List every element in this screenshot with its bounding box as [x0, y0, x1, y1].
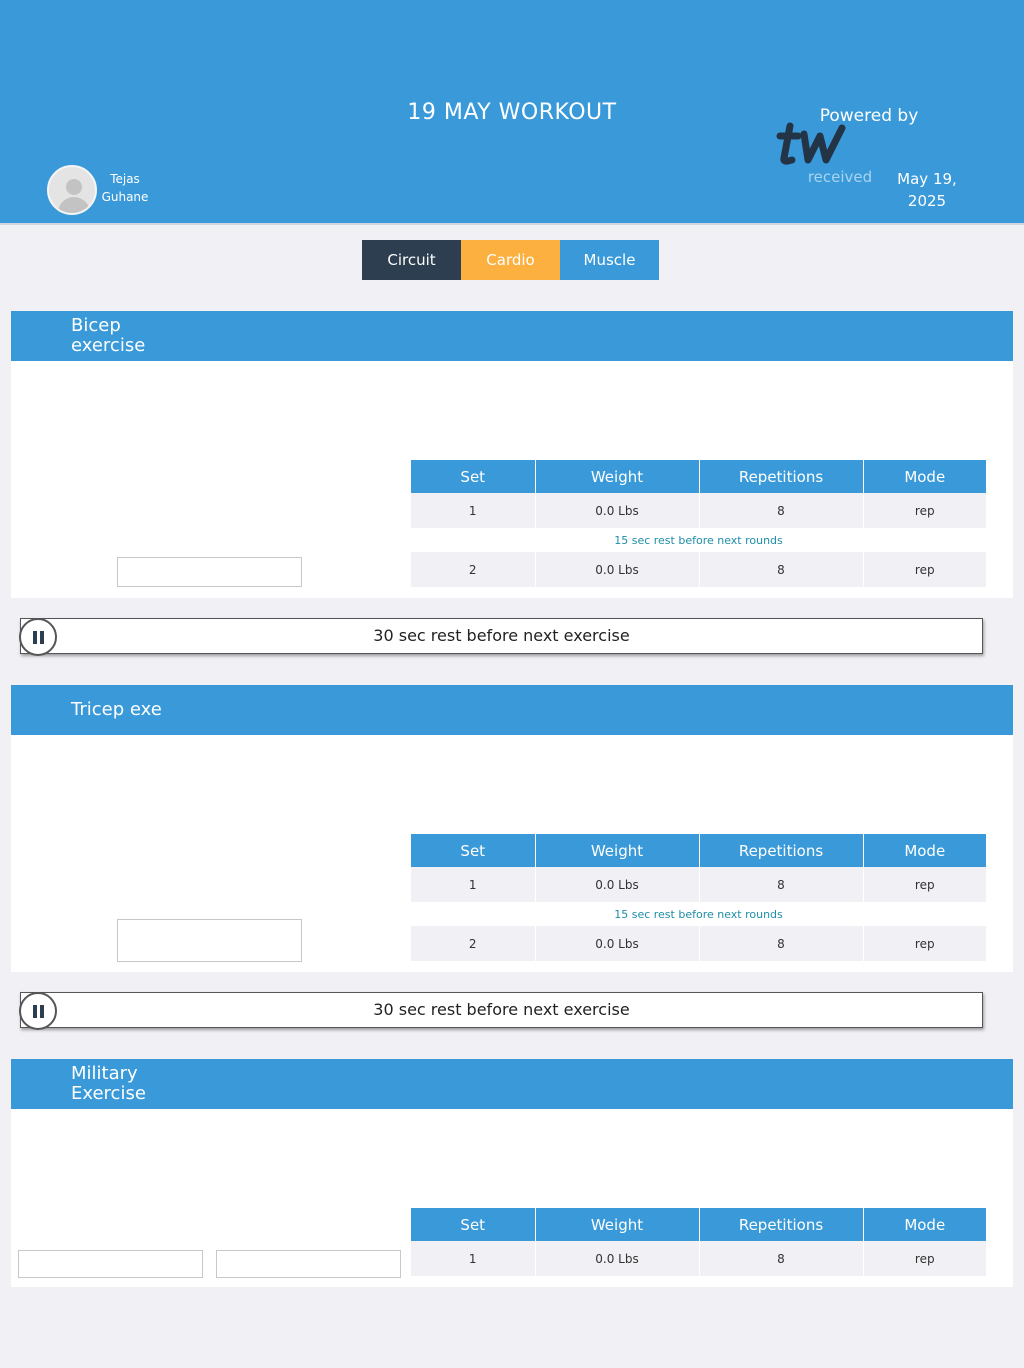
table-header-row: Set Weight Repetitions Mode: [411, 460, 986, 493]
tab-cardio[interactable]: Cardio: [461, 240, 560, 280]
cell-weight: 0.0 Lbs: [535, 926, 700, 961]
user-name: Tejas Guhane: [100, 170, 150, 206]
exercise-rest-bar: 30 sec rest before next exercise: [19, 992, 983, 1030]
exercise-rest-bar: 30 sec rest before next exercise: [19, 618, 983, 656]
cell-mode: rep: [863, 493, 986, 528]
received-date-line2: 2025: [907, 192, 947, 210]
exercise-panel: Set Weight Repetitions Mode 1 0.0 Lbs 8 …: [11, 1109, 1013, 1287]
exercise-note-input[interactable]: [216, 1250, 401, 1278]
cell-set: 2: [411, 552, 536, 587]
table-row: 1 0.0 Lbs 8 rep: [411, 867, 986, 902]
exercise-name: Military Exercise: [71, 1063, 146, 1104]
tab-circuit[interactable]: Circuit: [362, 240, 461, 280]
exercise-panel: Set Weight Repetitions Mode 1 0.0 Lbs 8 …: [11, 735, 1013, 972]
col-header-weight: Weight: [535, 460, 700, 493]
tw-logo: [776, 122, 846, 165]
cell-mode: rep: [863, 1241, 986, 1276]
col-header-weight: Weight: [535, 834, 700, 867]
sets-table: Set Weight Repetitions Mode 1 0.0 Lbs 8 …: [411, 1208, 986, 1276]
col-header-set: Set: [411, 460, 536, 493]
exercise-header: Bicep exercise: [11, 311, 1013, 361]
workout-type-tabs: Circuit Cardio Muscle: [362, 240, 659, 280]
round-rest-text: 15 sec rest before next rounds: [411, 528, 986, 552]
col-header-repetitions: Repetitions: [699, 834, 864, 867]
user-avatar-icon[interactable]: [47, 165, 97, 215]
table-row: 1 0.0 Lbs 8 rep: [411, 493, 986, 528]
table-header-row: Set Weight Repetitions Mode: [411, 1208, 986, 1241]
table-row: 1 0.0 Lbs 8 rep: [411, 1241, 986, 1276]
round-rest-row: 15 sec rest before next rounds: [411, 902, 986, 926]
cell-mode: rep: [863, 867, 986, 902]
cell-reps: 8: [699, 867, 864, 902]
sets-table: Set Weight Repetitions Mode 1 0.0 Lbs 8 …: [411, 834, 986, 961]
cell-set: 1: [411, 867, 536, 902]
exercise-name: Tricep exe: [71, 699, 162, 720]
cell-set: 2: [411, 926, 536, 961]
cell-weight: 0.0 Lbs: [535, 867, 700, 902]
round-rest-text: 15 sec rest before next rounds: [411, 902, 986, 926]
table-row: 2 0.0 Lbs 8 rep: [411, 926, 986, 961]
cell-reps: 8: [699, 552, 864, 587]
exercise-note-input[interactable]: [18, 1250, 203, 1278]
sets-table: Set Weight Repetitions Mode 1 0.0 Lbs 8 …: [411, 460, 986, 587]
exercise-rest-text: 30 sec rest before next exercise: [373, 626, 630, 645]
received-label: received: [807, 168, 873, 186]
cell-mode: rep: [863, 552, 986, 587]
cell-weight: 0.0 Lbs: [535, 1241, 700, 1276]
exercise-header: Military Exercise: [11, 1059, 1013, 1109]
user-last-name: Guhane: [101, 190, 149, 204]
app-header: 19 MAY WORKOUT Tejas Guhane Powered by r…: [0, 0, 1024, 225]
exercise-panel: Set Weight Repetitions Mode 1 0.0 Lbs 8 …: [11, 361, 1013, 598]
col-header-weight: Weight: [535, 1208, 700, 1241]
round-rest-row: 15 sec rest before next rounds: [411, 528, 986, 552]
exercise-note-input[interactable]: [117, 919, 302, 962]
col-header-set: Set: [411, 834, 536, 867]
pause-icon[interactable]: [19, 618, 57, 656]
received-date: May 19, 2025: [888, 168, 966, 212]
cell-set: 1: [411, 493, 536, 528]
pause-icon[interactable]: [19, 992, 57, 1030]
col-header-repetitions: Repetitions: [699, 1208, 864, 1241]
col-header-set: Set: [411, 1208, 536, 1241]
cell-set: 1: [411, 1241, 536, 1276]
cell-weight: 0.0 Lbs: [535, 493, 700, 528]
exercise-note-input[interactable]: [117, 557, 302, 587]
cell-reps: 8: [699, 926, 864, 961]
user-first-name: Tejas: [110, 172, 140, 186]
col-header-mode: Mode: [863, 1208, 986, 1241]
col-header-mode: Mode: [863, 460, 986, 493]
received-date-line1: May 19,: [897, 170, 957, 188]
exercise-rest-text: 30 sec rest before next exercise: [373, 1000, 630, 1019]
tab-muscle[interactable]: Muscle: [560, 240, 659, 280]
col-header-repetitions: Repetitions: [699, 460, 864, 493]
table-row: 2 0.0 Lbs 8 rep: [411, 552, 986, 587]
cell-reps: 8: [699, 493, 864, 528]
cell-mode: rep: [863, 926, 986, 961]
cell-reps: 8: [699, 1241, 864, 1276]
exercise-name: Bicep exercise: [71, 315, 146, 356]
cell-weight: 0.0 Lbs: [535, 552, 700, 587]
exercise-header: Tricep exe: [11, 685, 1013, 735]
table-header-row: Set Weight Repetitions Mode: [411, 834, 986, 867]
col-header-mode: Mode: [863, 834, 986, 867]
